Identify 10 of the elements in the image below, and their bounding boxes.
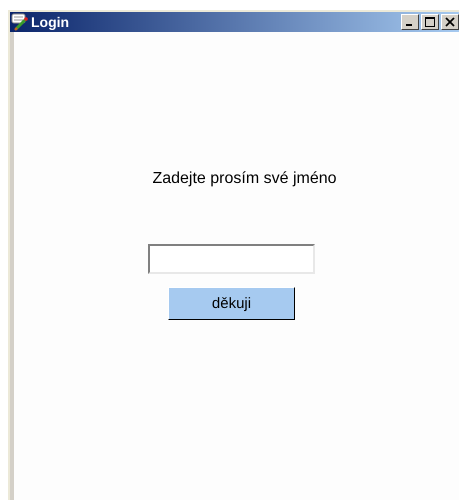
maximize-button[interactable]: [421, 14, 439, 30]
window-title: Login: [31, 14, 70, 30]
minimize-button[interactable]: [401, 14, 419, 30]
name-field[interactable]: [148, 244, 315, 274]
prompt-text: Zadejte prosím své jméno: [152, 170, 337, 188]
maximize-icon: [425, 17, 435, 27]
close-button[interactable]: [441, 14, 459, 30]
close-icon: [445, 17, 455, 27]
submit-button[interactable]: děkuji: [168, 287, 295, 320]
minimize-icon: [406, 24, 412, 26]
